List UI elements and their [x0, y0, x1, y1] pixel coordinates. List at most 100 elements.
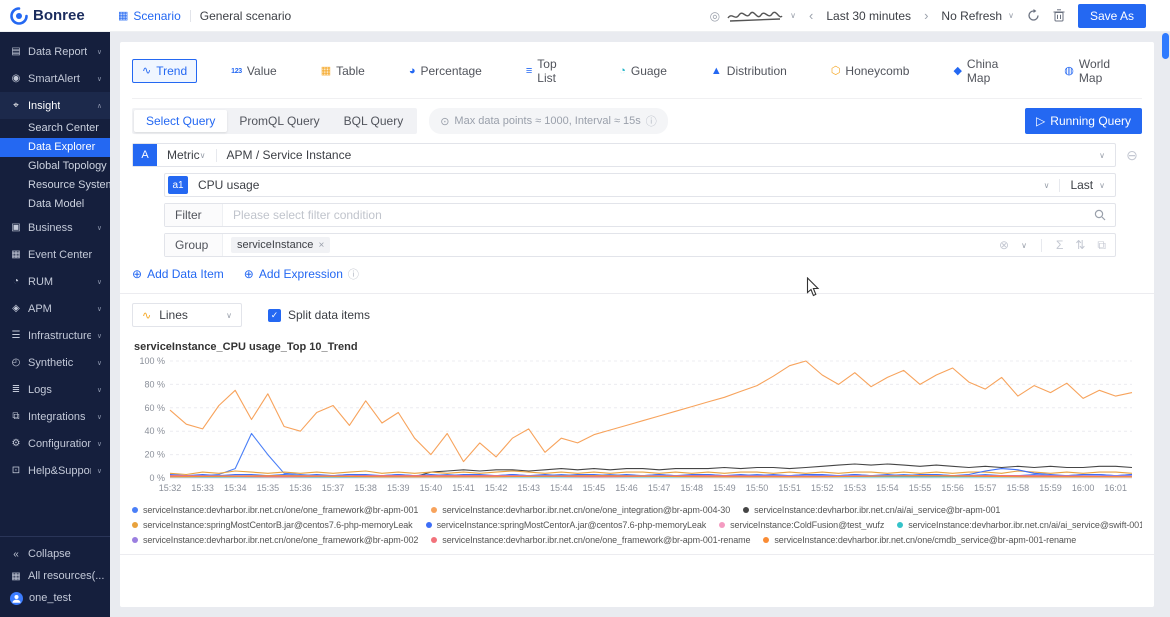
sidebar-item-rum[interactable]: ◔RUM∨ — [0, 268, 110, 295]
all-resources-button[interactable]: ▦ All resources(... — [0, 565, 110, 587]
viz-tab-top-list[interactable]: ≡Top List — [516, 52, 585, 90]
scrollbar-thumb[interactable] — [1162, 33, 1169, 59]
legend-dot-icon — [426, 522, 432, 528]
viz-tab-honeycomb[interactable]: ⬡Honeycomb — [821, 59, 920, 83]
business-icon: ▣ — [10, 222, 22, 233]
add-data-item-button[interactable]: ⊕ Add Data Item — [132, 267, 224, 281]
sidebar-item-configuration[interactable]: ⚙Configuration∨ — [0, 430, 110, 457]
query-builder: A Metric ∨ APM / Service Instance ∨ ⊖ a1… — [132, 143, 1142, 257]
trash-icon[interactable] — [1053, 9, 1065, 22]
chevron-down-icon: ∨ — [1099, 181, 1105, 190]
sidebar-item-help-support[interactable]: ⊡Help&Support∨ — [0, 457, 110, 484]
metric-select[interactable]: CPU usage — [198, 178, 259, 192]
sidebar-item-smartalert[interactable]: ◉SmartAlert∨ — [0, 65, 110, 92]
sidebar-item-insight[interactable]: ⌖Insight∧ — [0, 92, 110, 119]
viz-tab-guage[interactable]: ◔Guage — [609, 59, 677, 83]
chevron-down-icon: ∨ — [97, 305, 102, 313]
sidebar-subitem-resource-system[interactable]: Resource System — [0, 176, 110, 195]
vertical-scrollbar[interactable] — [1162, 33, 1169, 616]
query-tab-promql-query[interactable]: PromQL Query — [227, 110, 331, 132]
svg-text:15:38: 15:38 — [354, 483, 377, 493]
smart-alert-icon: ◉ — [10, 73, 22, 84]
export-icon[interactable]: ⧉ — [1097, 238, 1106, 253]
legend-item[interactable]: serviceInstance:springMostCentorB.jar@ce… — [132, 520, 413, 530]
query-row-a: A Metric ∨ APM / Service Instance ∨ — [132, 143, 1116, 167]
aggregation-select[interactable]: Last — [1070, 178, 1093, 192]
chevron-down-icon: ∨ — [97, 332, 102, 340]
viz-tab-trend[interactable]: ∿Trend — [132, 59, 197, 83]
chevron-down-icon: ∨ — [1099, 151, 1105, 160]
clear-group-icon[interactable]: ⊗ — [999, 238, 1009, 252]
group-tag[interactable]: serviceInstance × — [231, 237, 330, 253]
viz-tab-percentage[interactable]: ◕Percentage — [399, 59, 492, 83]
query-tab-bql-query[interactable]: BQL Query — [332, 110, 416, 132]
sidebar-item-apm[interactable]: ◈APM∨ — [0, 295, 110, 322]
legend-item[interactable]: serviceInstance:ColdFusion@test_wufz — [719, 520, 884, 530]
sidebar-item-business[interactable]: ▣Business∨ — [0, 214, 110, 241]
svg-text:16:01: 16:01 — [1104, 483, 1127, 493]
sidebar-subitem-global-topology[interactable]: Global Topology — [0, 157, 110, 176]
sidebar-subitem-data-explorer[interactable]: Data Explorer — [0, 138, 110, 157]
viz-tab-distribution[interactable]: ▲Distribution — [701, 59, 797, 83]
sidebar-subitem-search-center[interactable]: Search Center — [0, 119, 110, 138]
running-query-button[interactable]: ▷ Running Query — [1025, 108, 1142, 134]
svg-text:15:40: 15:40 — [420, 483, 443, 493]
sidebar-item-logs[interactable]: ≣Logs∨ — [0, 376, 110, 403]
scenario-nav-link[interactable]: ▦ Scenario — [118, 9, 181, 23]
svg-text:15:39: 15:39 — [387, 483, 410, 493]
viz-tab-china-map[interactable]: ◆China Map — [943, 52, 1030, 90]
legend-item[interactable]: serviceInstance:devharbor.ibr.net.cn/ai/… — [743, 505, 1000, 515]
viz-tab-value[interactable]: 123Value — [221, 59, 287, 83]
query-tab-select-query[interactable]: Select Query — [134, 110, 227, 132]
visualization-tabs: ∿Trend 123Value ▦Table ◕Percentage ≡Top List… — [132, 50, 1142, 99]
chart-title: serviceInstance_CPU usage_Top 10_Trend — [134, 341, 1142, 353]
legend-item[interactable]: serviceInstance:springMostCentorA.jar@ce… — [426, 520, 707, 530]
time-next-button[interactable]: › — [924, 8, 928, 23]
sigma-icon[interactable]: Σ — [1056, 238, 1063, 252]
chevron-down-icon: ∨ — [97, 75, 102, 83]
viz-tab-table[interactable]: ▦Table — [311, 59, 375, 83]
scenario-select[interactable]: ◎ ∨ — [710, 9, 796, 23]
time-range-select[interactable]: Last 30 minutes — [826, 9, 911, 23]
search-icon[interactable] — [1094, 209, 1106, 221]
chart-type-select[interactable]: ∿ Lines ∨ — [132, 303, 242, 327]
user-menu[interactable]: one_test — [0, 587, 110, 609]
svg-text:15:52: 15:52 — [811, 483, 834, 493]
sidebar-item-event-center[interactable]: ▦Event Center — [0, 241, 110, 268]
legend-item[interactable]: serviceInstance:devharbor.ibr.net.cn/one… — [431, 505, 730, 515]
legend-item[interactable]: serviceInstance:devharbor.ibr.net.cn/one… — [431, 535, 750, 545]
sidebar-item-data-report[interactable]: ▤Data Report∨ — [0, 38, 110, 65]
datasource-select[interactable]: APM / Service Instance — [227, 148, 352, 162]
sidebar-item-infrastructure[interactable]: ☰Infrastructure∨ — [0, 322, 110, 349]
bonree-logo-icon — [10, 7, 28, 25]
insight-icon: ⌖ — [10, 100, 22, 111]
add-expression-button[interactable]: ⊕ Add Expression ⓘ — [244, 266, 359, 282]
collapse-button[interactable]: « Collapse — [0, 543, 110, 565]
remove-query-icon[interactable]: ⊖ — [1122, 147, 1142, 164]
sort-icon[interactable]: ⇅ — [1075, 238, 1085, 252]
legend-dot-icon — [763, 537, 769, 543]
sidebar-item-integrations[interactable]: ⧉Integrations∨ — [0, 403, 110, 430]
legend-item[interactable]: serviceInstance:devharbor.ibr.net.cn/one… — [132, 535, 418, 545]
save-as-button[interactable]: Save As — [1078, 4, 1146, 28]
svg-text:15:36: 15:36 — [289, 483, 312, 493]
sidebar-item-synthetic[interactable]: ◴Synthetic∨ — [0, 349, 110, 376]
chevron-down-icon: ∨ — [97, 413, 102, 421]
legend-item[interactable]: serviceInstance:devharbor.ibr.net.cn/ai/… — [897, 520, 1142, 530]
trend-chart[interactable]: 0 %20 %40 %60 %80 %100 %15:3215:3315:341… — [132, 356, 1142, 496]
split-data-items-checkbox[interactable]: ✓ Split data items — [268, 308, 370, 322]
legend-item[interactable]: serviceInstance:devharbor.ibr.net.cn/one… — [132, 505, 418, 515]
time-prev-button[interactable]: ‹ — [809, 8, 813, 23]
refresh-icon[interactable] — [1027, 9, 1040, 22]
remove-tag-icon[interactable]: × — [318, 240, 324, 251]
svg-text:15:47: 15:47 — [648, 483, 671, 493]
refresh-mode-select[interactable]: No Refresh ∨ — [941, 9, 1014, 23]
sidebar-subitem-data-model[interactable]: Data Model — [0, 195, 110, 214]
viz-tab-world-map[interactable]: ◍World Map — [1054, 52, 1142, 90]
filter-input[interactable]: Please select filter condition — [233, 208, 382, 222]
chevron-down-icon: ∨ — [1044, 181, 1050, 190]
legend-item[interactable]: serviceInstance:devharbor.ibr.net.cn/one… — [763, 535, 1076, 545]
add-row: ⊕ Add Data Item ⊕ Add Expression ⓘ — [132, 266, 1142, 282]
query-type-select[interactable]: Metric — [167, 148, 200, 162]
play-icon: ▷ — [1036, 114, 1045, 128]
